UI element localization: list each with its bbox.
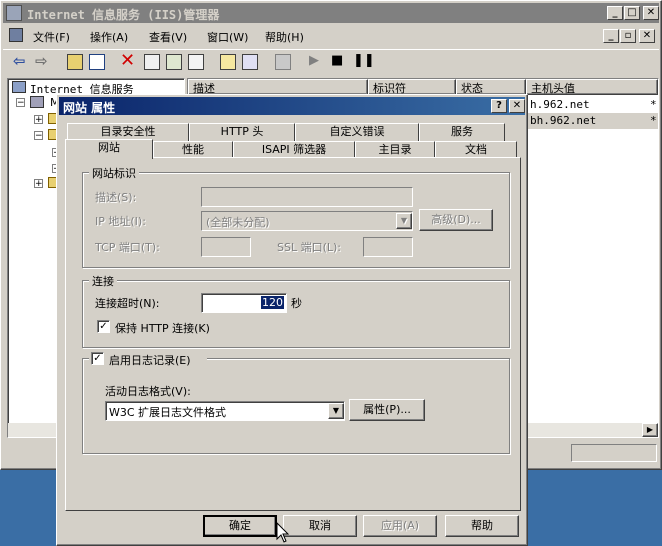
tree-root-icon [12, 81, 26, 93]
ip-address-value: (全部未分配) [206, 216, 270, 229]
logging-legend: ✓ 启用日志记录(E) [89, 351, 207, 367]
dialog-title-bar[interactable]: 网站 属性 ? ✕ [59, 97, 525, 115]
iis-app-icon [6, 5, 22, 21]
refresh-icon[interactable] [166, 54, 182, 70]
connection-legend: 连接 [89, 273, 117, 289]
tcp-port-input [201, 237, 251, 257]
column-header-status[interactable]: 状态 [456, 79, 526, 95]
toolbar: ⇦ ⇨ ✕ ▶ ■ ❚❚ [3, 49, 659, 73]
timeout-unit-label: 秒 [291, 297, 302, 310]
log-format-select[interactable]: W3C 扩展日志文件格式 ▼ [105, 401, 345, 421]
menu-view[interactable]: 查看(V) [149, 29, 187, 45]
column-header-identifier[interactable]: 标识符 [368, 79, 456, 95]
connection-timeout-input[interactable]: 120 [201, 293, 287, 313]
back-arrow-icon[interactable]: ⇦ [13, 52, 26, 70]
tab-custom-errors[interactable]: 自定义错误 [295, 123, 419, 141]
scroll-right-button[interactable]: ▶ [642, 423, 658, 437]
up-folder-icon[interactable] [67, 54, 83, 70]
menu-help[interactable]: 帮助(H) [265, 29, 304, 45]
status-pane [571, 444, 657, 462]
enable-logging-checkbox[interactable]: ✓ [91, 352, 104, 365]
menu-bar: 文件(F) 操作(A) 查看(V) 窗口(W) 帮助(H) _ ▫ ✕ [3, 25, 659, 47]
tab-website[interactable]: 网站 [65, 139, 153, 159]
tree-expander[interactable]: − [34, 131, 43, 141]
keep-alive-label[interactable]: 保持 HTTP 连接(K) [115, 320, 210, 336]
cancel-button[interactable]: 取消 [283, 515, 357, 537]
host-mark-cell: * [650, 114, 657, 127]
dropdown-arrow-icon[interactable]: ▼ [328, 403, 344, 419]
dialog-close-button[interactable]: ✕ [509, 99, 525, 113]
forward-arrow-icon[interactable]: ⇨ [35, 52, 48, 70]
ok-button[interactable]: 确定 [203, 515, 277, 537]
tab-page-website: 网站标识 描述(S): IP 地址(I): (全部未分配) ▼ 高级(D)...… [65, 157, 521, 511]
table-row[interactable]: h.962.net * [528, 97, 658, 113]
logging-group: ✓ 启用日志记录(E) 活动日志格式(V): W3C 扩展日志文件格式 ▼ 属性… [82, 351, 510, 454]
apply-button: 应用(A) [363, 515, 437, 537]
mdi-minimize-button[interactable]: _ [603, 29, 619, 43]
mdi-close-button[interactable]: ✕ [639, 29, 655, 43]
tab-isapi-filters[interactable]: ISAPI 筛选器 [233, 141, 355, 158]
export-icon[interactable] [188, 54, 204, 70]
pause-icon[interactable]: ❚❚ [353, 53, 375, 68]
tree-expander[interactable]: + [34, 115, 43, 125]
log-format-value: W3C 扩展日志文件格式 [109, 406, 227, 419]
close-main-button[interactable]: ✕ [643, 6, 659, 20]
computer-icon[interactable] [275, 54, 291, 70]
main-title-bar[interactable]: Internet 信息服务 (IIS)管理器 _ □ ✕ [3, 3, 659, 23]
delete-icon[interactable]: ✕ [120, 50, 135, 71]
column-header-host[interactable]: 主机头值 [526, 79, 658, 95]
dialog-help-button[interactable]: ? [491, 99, 507, 113]
tab-service[interactable]: 服务 [419, 123, 505, 141]
advanced-button: 高级(D)... [419, 209, 493, 231]
minimize-button[interactable]: _ [607, 6, 623, 20]
enable-logging-label[interactable]: 启用日志记录(E) [109, 352, 191, 368]
mmc-icon [9, 28, 23, 42]
main-window-title: Internet 信息服务 (IIS)管理器 [27, 8, 220, 22]
maximize-button[interactable]: □ [624, 6, 640, 20]
mdi-restore-button[interactable]: ▫ [620, 29, 636, 43]
connection-timeout-label: 连接超时(N): [95, 297, 160, 310]
ip-address-label: IP 地址(I): [95, 215, 146, 228]
help-topic-icon[interactable] [220, 54, 236, 70]
help-button[interactable]: 帮助 [445, 515, 519, 537]
ip-address-select: (全部未分配) ▼ [201, 211, 413, 231]
mouse-cursor-icon [276, 522, 290, 543]
show-tree-icon[interactable] [89, 54, 105, 70]
column-header-description[interactable]: 描述 [188, 79, 368, 95]
tcp-port-label: TCP 端口(T): [95, 241, 160, 254]
connection-timeout-value: 120 [261, 296, 284, 309]
description-label: 描述(S): [95, 191, 137, 204]
properties-icon[interactable] [144, 54, 160, 70]
site-identification-group: 网站标识 描述(S): IP 地址(I): (全部未分配) ▼ 高级(D)...… [82, 165, 510, 268]
menu-window[interactable]: 窗口(W) [207, 29, 248, 45]
host-header-cell: h.962.net [530, 98, 590, 111]
log-properties-button[interactable]: 属性(P)... [349, 399, 425, 421]
menu-file[interactable]: 文件(F) [33, 29, 70, 45]
tree-expander[interactable]: − [16, 98, 25, 108]
table-row[interactable]: bh.962.net * [528, 113, 658, 129]
keep-alive-checkbox[interactable]: ✓ [97, 320, 110, 333]
tab-documents[interactable]: 文档 [435, 141, 517, 158]
tree-expander[interactable]: + [34, 179, 43, 189]
console-tree-icon[interactable] [242, 54, 258, 70]
start-icon[interactable]: ▶ [309, 53, 319, 68]
description-input [201, 187, 413, 207]
host-mark-cell: * [650, 98, 657, 111]
dialog-title: 网站 属性 [63, 101, 116, 115]
tab-home-directory[interactable]: 主目录 [355, 141, 435, 158]
connection-group: 连接 连接超时(N): 120 秒 ✓ 保持 HTTP 连接(K) [82, 273, 510, 348]
site-properties-dialog: 网站 属性 ? ✕ 目录安全性 HTTP 头 自定义错误 服务 网站 性能 IS… [56, 94, 528, 546]
menu-action[interactable]: 操作(A) [90, 29, 128, 45]
tree-server-icon [30, 96, 44, 108]
site-identification-legend: 网站标识 [89, 165, 139, 181]
log-format-label: 活动日志格式(V): [105, 385, 191, 398]
ssl-port-input [363, 237, 413, 257]
ssl-port-label: SSL 端口(L): [277, 241, 342, 254]
stop-icon[interactable]: ■ [331, 53, 343, 68]
dropdown-arrow-icon: ▼ [396, 213, 412, 229]
host-header-cell: bh.962.net [530, 114, 597, 127]
tab-performance[interactable]: 性能 [153, 141, 233, 158]
tab-http-headers[interactable]: HTTP 头 [189, 123, 295, 141]
